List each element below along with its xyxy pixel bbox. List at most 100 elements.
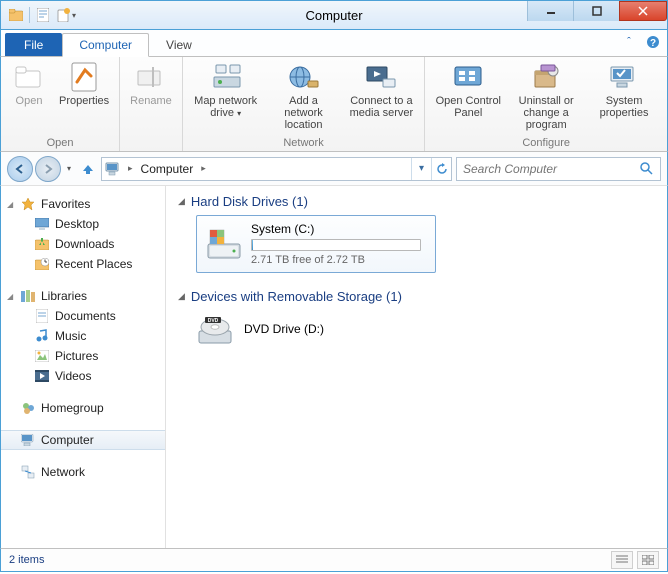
sidebar-homegroup[interactable]: Homegroup — [1, 398, 165, 418]
view-tab[interactable]: View — [149, 33, 209, 56]
search-icon[interactable] — [640, 162, 654, 176]
sidebar-favorites[interactable]: ◢Favorites — [1, 194, 165, 214]
pictures-icon — [33, 348, 51, 364]
refresh-icon[interactable] — [431, 158, 451, 180]
sidebar-downloads[interactable]: Downloads — [1, 234, 165, 254]
uninstall-icon — [530, 61, 562, 93]
homegroup-icon — [19, 400, 37, 416]
maximize-button[interactable] — [573, 1, 619, 21]
status-item-count: 2 items — [9, 554, 44, 566]
breadcrumb-root[interactable]: Computer — [137, 162, 198, 176]
computer-address-icon — [102, 162, 124, 176]
recent-icon — [33, 256, 51, 272]
sidebar-documents[interactable]: Documents — [1, 306, 165, 326]
search-box[interactable] — [456, 157, 661, 181]
add-network-location-button[interactable]: Add a network location — [265, 59, 343, 133]
system-properties-icon — [608, 61, 640, 93]
videos-icon — [33, 368, 51, 384]
ribbon-group-label-configure: Configure — [429, 137, 663, 151]
rename-button[interactable]: Rename — [124, 59, 178, 109]
collapse-icon[interactable]: ◢ — [7, 200, 19, 209]
sidebar: ◢Favorites Desktop Downloads Recent Plac… — [1, 186, 166, 548]
sidebar-computer[interactable]: Computer — [1, 430, 165, 450]
dvd-icon: DVD — [196, 310, 234, 348]
ribbon-group-label-network: Network — [187, 137, 421, 151]
computer-icon — [19, 432, 37, 448]
system-properties-button[interactable]: System properties — [585, 59, 663, 121]
qat-dropdown-icon[interactable]: ▾ — [72, 11, 76, 20]
content: ◢Favorites Desktop Downloads Recent Plac… — [0, 186, 668, 548]
map-network-drive-button[interactable]: Map network drive ▾ — [187, 59, 265, 122]
main-panel: ◢Hard Disk Drives (1) System (C:) 2.71 T… — [166, 186, 667, 548]
qat-folder-icon[interactable] — [7, 6, 25, 24]
qat-properties-icon[interactable] — [34, 6, 52, 24]
minimize-ribbon-icon[interactable]: ˆ — [621, 34, 637, 50]
qat-new-icon[interactable] — [54, 6, 72, 24]
connect-media-button[interactable]: Connect to a media server — [342, 59, 420, 121]
network-icon — [19, 464, 37, 480]
details-view-button[interactable] — [611, 551, 633, 569]
collapse-icon[interactable]: ◢ — [178, 291, 185, 302]
category-removable[interactable]: ◢Devices with Removable Storage (1) — [178, 289, 655, 304]
crumb-arrow-icon[interactable]: ▸ — [197, 163, 210, 174]
downloads-icon — [33, 236, 51, 252]
open-button[interactable]: Open — [5, 59, 53, 109]
address-row: ▾ ▸ Computer ▸ ▾ — [0, 152, 668, 186]
quick-access-toolbar: ▾ — [1, 6, 76, 24]
drive-system[interactable]: System (C:) 2.71 TB free of 2.72 TB — [196, 215, 436, 273]
back-button[interactable] — [7, 156, 33, 182]
ribbon-group-open: Open Properties Open — [1, 57, 120, 151]
status-bar: 2 items — [0, 548, 668, 572]
icons-view-button[interactable] — [637, 551, 659, 569]
ribbon-group-configure: Open Control Panel Uninstall or change a… — [425, 57, 667, 151]
titlebar: ▾ Computer — [0, 0, 668, 30]
address-bar[interactable]: ▸ Computer ▸ ▾ — [101, 157, 452, 181]
up-button[interactable] — [79, 160, 97, 178]
drive-space: 2.71 TB free of 2.72 TB — [251, 254, 427, 266]
close-button[interactable] — [619, 1, 667, 21]
ribbon: Open Properties Open Rename Map network … — [0, 56, 668, 152]
properties-icon — [68, 61, 100, 93]
music-icon — [33, 328, 51, 344]
drive-info: System (C:) 2.71 TB free of 2.72 TB — [251, 222, 427, 266]
qat-separator — [29, 7, 30, 23]
dvd-name: DVD Drive (D:) — [244, 322, 324, 336]
libraries-icon — [19, 288, 37, 304]
control-panel-button[interactable]: Open Control Panel — [429, 59, 507, 121]
drive-dvd[interactable]: DVD DVD Drive (D:) — [196, 310, 655, 348]
svg-text:DVD: DVD — [208, 318, 219, 324]
minimize-button[interactable] — [527, 1, 573, 21]
network-location-icon — [288, 61, 320, 93]
ribbon-group-rename: Rename — [120, 57, 183, 151]
disk-usage-bar — [251, 239, 421, 251]
search-input[interactable] — [463, 162, 640, 176]
ribbon-group-label-open: Open — [5, 137, 115, 151]
category-hdd[interactable]: ◢Hard Disk Drives (1) — [178, 194, 655, 209]
chevron-down-icon: ▾ — [237, 109, 241, 118]
forward-button[interactable] — [35, 156, 61, 182]
drive-name: System (C:) — [251, 222, 427, 236]
sidebar-network[interactable]: Network — [1, 462, 165, 482]
svg-text:?: ? — [650, 38, 656, 49]
collapse-icon[interactable]: ◢ — [7, 292, 19, 301]
uninstall-button[interactable]: Uninstall or change a program — [507, 59, 585, 133]
ribbon-tabs: File Computer View ˆ ? — [0, 30, 668, 56]
collapse-icon[interactable]: ◢ — [178, 196, 185, 207]
computer-tab[interactable]: Computer — [62, 33, 149, 57]
sidebar-videos[interactable]: Videos — [1, 366, 165, 386]
crumb-arrow-icon[interactable]: ▸ — [124, 163, 137, 174]
help-icon[interactable]: ? — [645, 34, 661, 50]
hdd-icon — [205, 225, 243, 263]
documents-icon — [33, 308, 51, 324]
sidebar-music[interactable]: Music — [1, 326, 165, 346]
properties-button[interactable]: Properties — [53, 59, 115, 109]
address-dropdown-icon[interactable]: ▾ — [411, 158, 431, 180]
ribbon-group-network: Map network drive ▾ Add a network locati… — [183, 57, 426, 151]
sidebar-recent[interactable]: Recent Places — [1, 254, 165, 274]
sidebar-libraries[interactable]: ◢Libraries — [1, 286, 165, 306]
sidebar-pictures[interactable]: Pictures — [1, 346, 165, 366]
rename-icon — [135, 61, 167, 93]
recent-locations-icon[interactable]: ▾ — [63, 164, 75, 173]
sidebar-desktop[interactable]: Desktop — [1, 214, 165, 234]
file-tab[interactable]: File — [5, 33, 62, 56]
